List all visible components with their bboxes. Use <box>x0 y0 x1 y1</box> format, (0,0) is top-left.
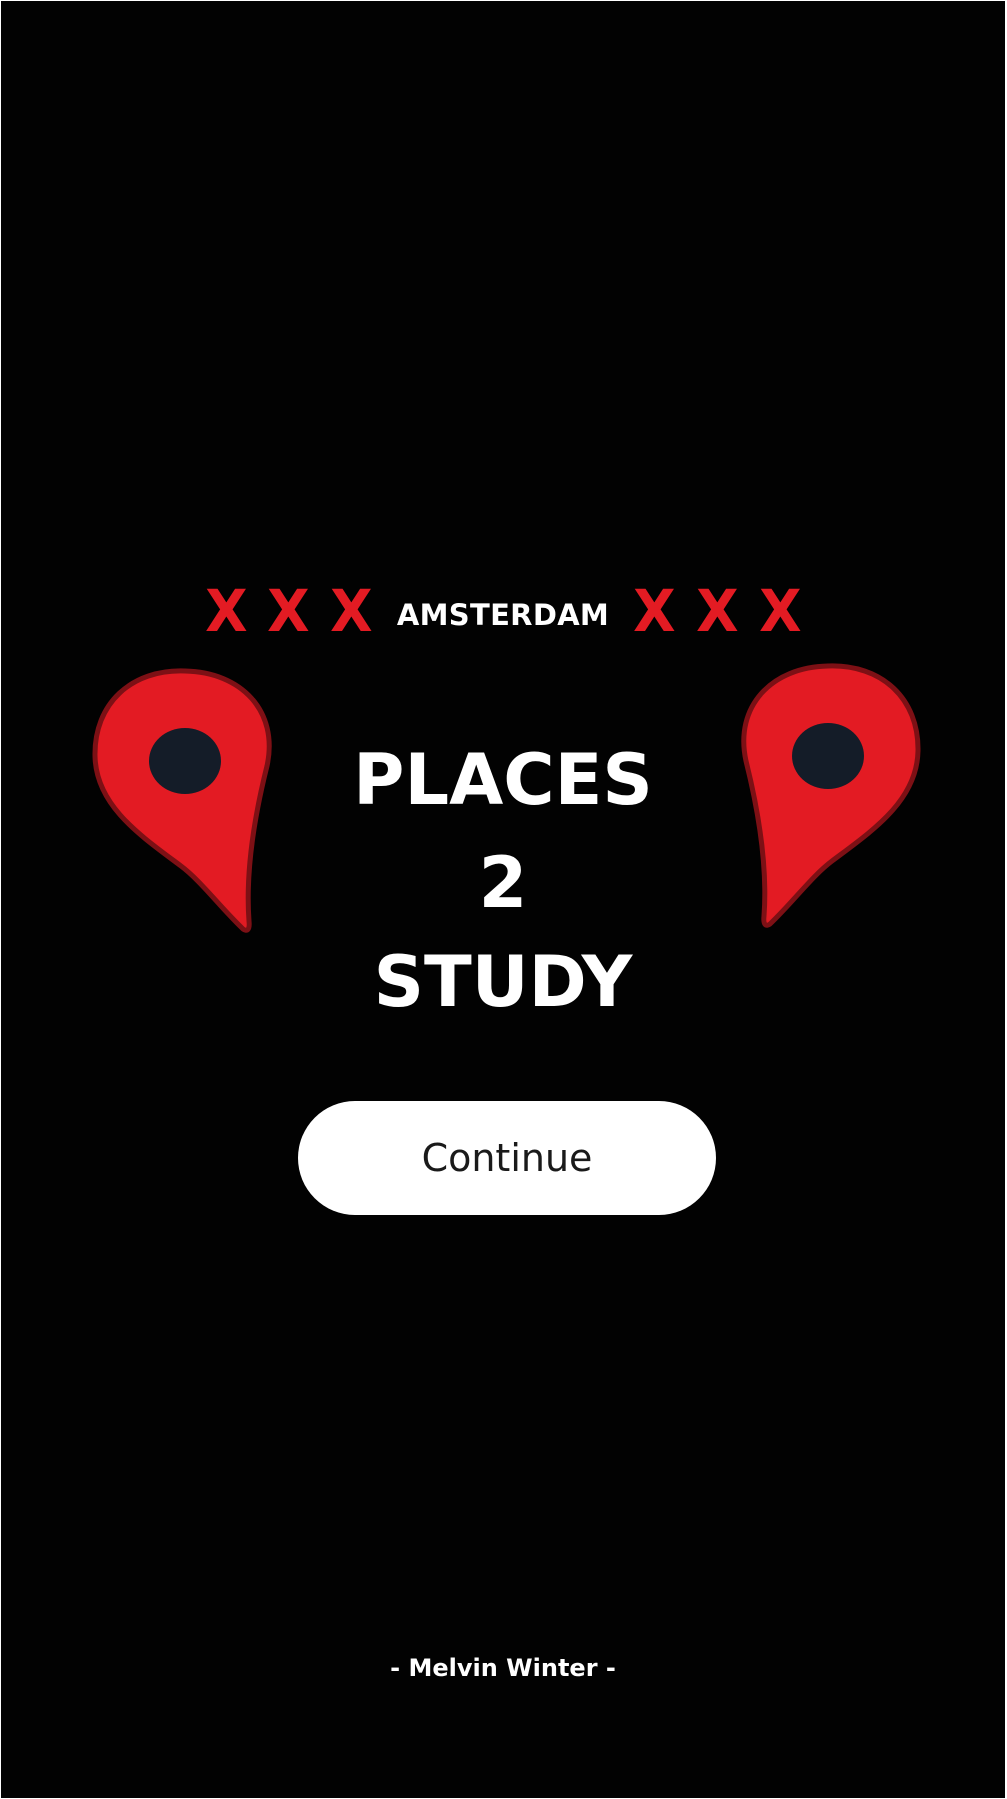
city-label: AMSTERDAM <box>396 598 610 632</box>
x-mark-icon: X <box>330 577 373 645</box>
x-mark-icon: X <box>695 577 739 645</box>
amsterdam-header: X X X AMSTERDAM X X X <box>1 582 1005 640</box>
x-mark-icon: X <box>267 577 311 645</box>
splash-screen: X X X AMSTERDAM X X X PLACES 2 STUDY Con… <box>1 1 1005 1798</box>
app-title-line-1: PLACES <box>353 739 653 821</box>
app-title-line-2: 2 <box>478 842 528 924</box>
x-mark-icon: X <box>633 577 676 645</box>
app-title-line-3: STUDY <box>373 941 633 1023</box>
x-mark-icon: X <box>204 577 248 645</box>
continue-button[interactable]: Continue <box>298 1101 716 1215</box>
x-mark-icon: X <box>758 577 802 645</box>
author-credit: - Melvin Winter - <box>390 1654 616 1682</box>
